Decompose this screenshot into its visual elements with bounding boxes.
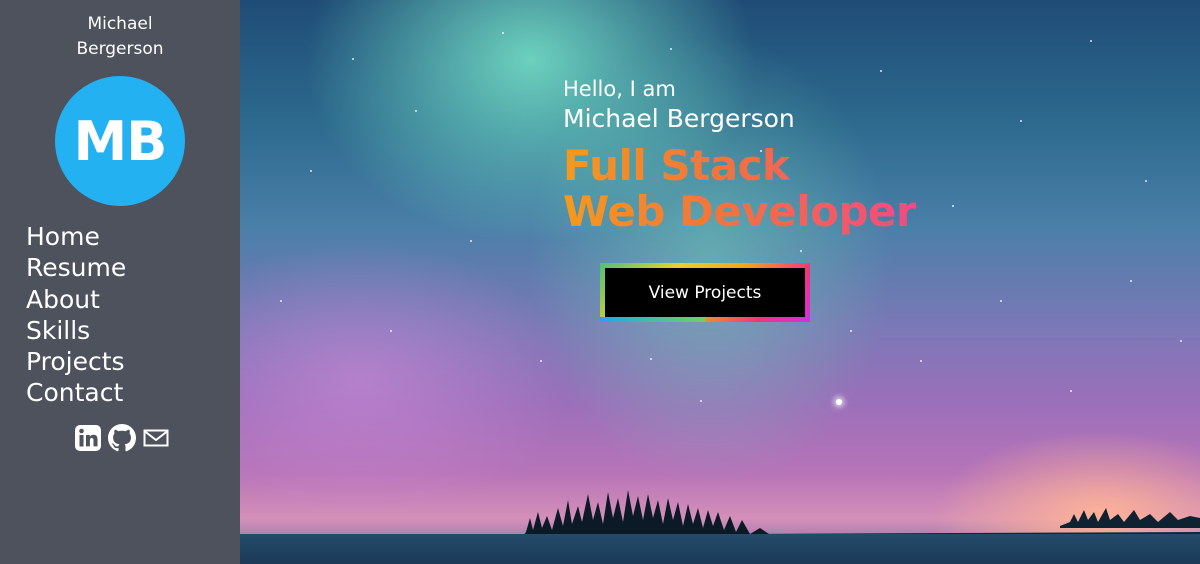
far-treeline xyxy=(1060,508,1200,528)
linkedin-icon[interactable] xyxy=(74,424,102,452)
lake-water xyxy=(240,534,1200,564)
nav-item-projects[interactable]: Projects xyxy=(26,346,126,377)
hero-role: Full Stack Web Developer xyxy=(563,143,916,235)
nav-item-home[interactable]: Home xyxy=(26,221,126,252)
nav-item-skills[interactable]: Skills xyxy=(26,315,126,346)
view-projects-frame: View Projects xyxy=(600,263,810,322)
hero-greeting: Hello, I am xyxy=(563,77,676,101)
avatar: MB xyxy=(55,76,185,206)
social-links xyxy=(74,424,170,452)
hero-name: Michael Bergerson xyxy=(563,104,795,133)
github-icon[interactable] xyxy=(108,424,136,452)
mail-icon[interactable] xyxy=(142,424,170,452)
view-projects-button[interactable]: View Projects xyxy=(605,268,805,317)
nav-item-resume[interactable]: Resume xyxy=(26,252,126,283)
tree-island xyxy=(520,490,810,542)
hero-role-line1: Full Stack xyxy=(563,141,790,190)
bright-star xyxy=(836,399,842,405)
owner-name: Michael Bergerson xyxy=(76,14,164,59)
nav-item-contact[interactable]: Contact xyxy=(26,377,126,408)
nav-menu: Home Resume About Skills Projects Contac… xyxy=(26,221,126,409)
sidebar: Michael Bergerson MB Home Resume About S… xyxy=(0,0,240,564)
nav-item-about[interactable]: About xyxy=(26,284,126,315)
hero-section: Hello, I am Michael Bergerson Full Stack… xyxy=(240,0,1200,564)
hero-role-line2: Web Developer xyxy=(563,187,917,236)
